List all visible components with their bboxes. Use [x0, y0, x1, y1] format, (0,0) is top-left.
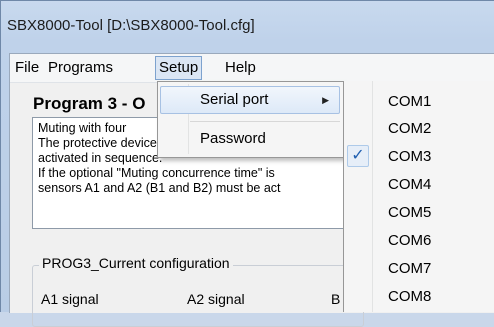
group-title: PROG3_Current configuration [39, 255, 233, 271]
app-window: SBX8000-Tool [D:\SBX8000-Tool.cfg] File … [0, 0, 494, 327]
program-title: Program 3 - O [33, 94, 146, 113]
menu-item-password[interactable]: Password [160, 125, 340, 153]
window-title: SBX8000-Tool [D:\SBX8000-Tool.cfg] [7, 17, 255, 34]
column-b-signal: B [331, 291, 341, 307]
setup-dropdown-menu: Serial port ▶ Password [157, 81, 345, 158]
menu-item-com8[interactable]: COM8 [388, 284, 431, 309]
menu-item-com5[interactable]: COM5 [388, 200, 431, 225]
menu-item-com4[interactable]: COM4 [388, 172, 431, 197]
menu-separator [190, 121, 340, 122]
menu-item-serial-port[interactable]: Serial port ▶ [160, 86, 340, 114]
menu-item-com6[interactable]: COM6 [388, 228, 431, 253]
description-line: activated in sequence. [38, 151, 163, 165]
menu-item-com3[interactable]: COM3 [388, 144, 431, 169]
menu-item-label: Serial port [200, 91, 269, 108]
menu-programs[interactable]: Programs [45, 56, 116, 80]
description-line: Muting with four [38, 121, 127, 135]
chevron-right-icon: ▶ [322, 95, 329, 105]
serial-port-submenu: COM1 COM2 ✓ COM3 COM4 COM5 COM6 COM7 COM… [343, 81, 494, 312]
menu-file[interactable]: File [12, 56, 42, 80]
menu-help[interactable]: Help [222, 56, 259, 80]
description-line: If the optional "Muting concurrence time… [38, 166, 275, 180]
menu-setup[interactable]: Setup [155, 56, 203, 80]
menu-item-label: Password [200, 130, 266, 147]
column-a1-signal: A1 signal [41, 291, 99, 307]
menu-item-com2[interactable]: COM2 [388, 116, 431, 141]
column-a2-signal: A2 signal [187, 291, 245, 307]
menu-gutter [372, 81, 373, 312]
description-line: sensors A1 and A2 (B1 and B2) must be ac… [38, 181, 281, 195]
menu-bar: File Programs Setup Help [10, 54, 494, 83]
menu-item-com7[interactable]: COM7 [388, 256, 431, 281]
menu-item-com1[interactable]: COM1 [388, 89, 431, 114]
checkmark-icon: ✓ [347, 145, 369, 167]
